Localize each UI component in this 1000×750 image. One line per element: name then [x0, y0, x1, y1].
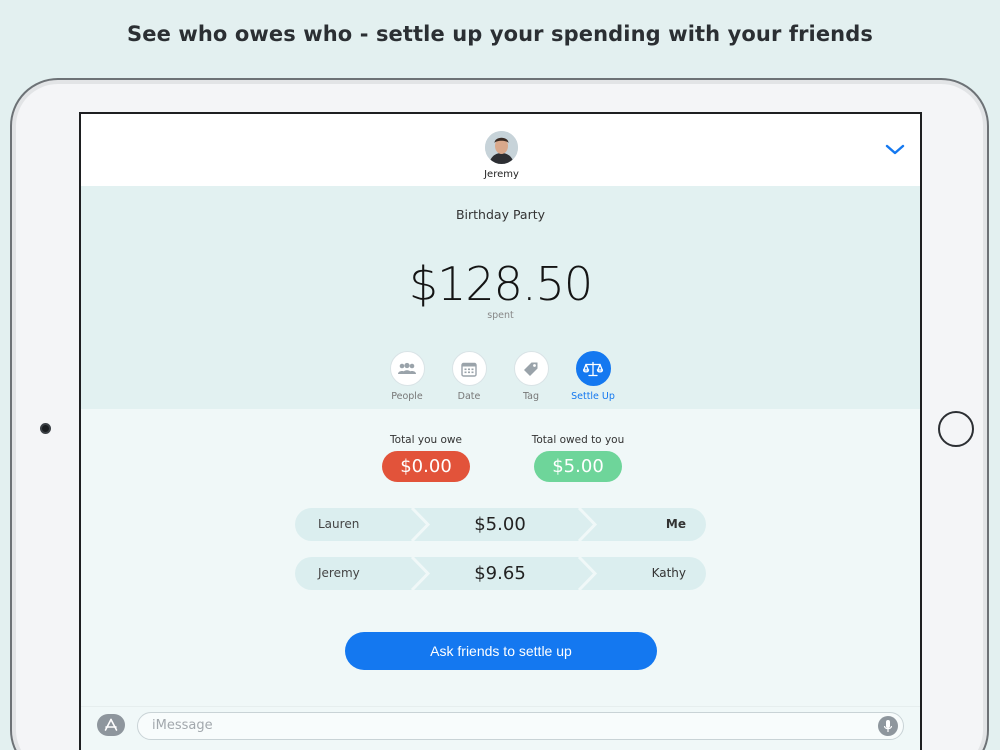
- imessage-placeholder: iMessage: [152, 718, 213, 733]
- debt-row[interactable]: Lauren $5.00 Me: [295, 508, 706, 541]
- total-you-owe: Total you owe $0.00: [369, 434, 483, 482]
- arrow-right-icon: [410, 557, 431, 590]
- microphone-icon[interactable]: [878, 716, 898, 736]
- tab-date-label: Date: [457, 391, 481, 402]
- tab-people[interactable]: People: [372, 351, 442, 402]
- home-button[interactable]: [938, 411, 974, 447]
- creditor-name: Kathy: [651, 566, 686, 580]
- total-owed-to-you-value[interactable]: $5.00: [534, 451, 622, 482]
- creditor-name: Me: [665, 517, 686, 531]
- calendar-icon: [451, 351, 487, 386]
- headline: See who owes who - settle up your spendi…: [127, 22, 873, 46]
- people-icon: [389, 351, 425, 386]
- contact-name: Jeremy: [484, 169, 519, 180]
- view-tabs: People Date Tag Settle Up: [81, 351, 920, 411]
- debtor-name: Jeremy: [318, 566, 360, 580]
- amount-caption: spent: [487, 310, 514, 321]
- total-you-owe-label: Total you owe: [390, 434, 462, 446]
- event-title: Birthday Party: [455, 207, 546, 222]
- tab-date[interactable]: Date: [434, 351, 504, 402]
- camera-icon: [40, 423, 51, 434]
- tab-settle-up-label: Settle Up: [571, 391, 615, 402]
- total-spent-amount: $128.50: [408, 257, 593, 311]
- avatar[interactable]: [485, 131, 518, 164]
- imessage-app-screen: Jeremy Birthday Party $128.50 spent Peop…: [79, 112, 922, 750]
- tag-icon: [513, 351, 549, 386]
- chevron-down-icon[interactable]: [884, 141, 906, 157]
- debt-amount: $9.65: [474, 563, 526, 584]
- total-owed-to-you: Total owed to you $5.00: [518, 434, 638, 482]
- conversation-header: Jeremy: [81, 114, 920, 186]
- person-avatar-icon: [485, 131, 518, 164]
- arrow-right-icon: [410, 508, 431, 541]
- expense-summary: Birthday Party $128.50 spent People Date…: [81, 186, 920, 409]
- debtor-name: Lauren: [318, 517, 360, 531]
- arrow-right-icon: [577, 508, 598, 541]
- imessage-field[interactable]: iMessage: [137, 712, 904, 740]
- arrow-right-icon: [577, 557, 598, 590]
- imessage-input-bar: iMessage: [81, 706, 920, 750]
- total-you-owe-value[interactable]: $0.00: [382, 451, 470, 482]
- app-store-icon[interactable]: [97, 714, 125, 736]
- tab-settle-up[interactable]: Settle Up: [558, 351, 628, 402]
- tab-people-label: People: [391, 391, 423, 402]
- total-owed-to-you-label: Total owed to you: [531, 434, 625, 446]
- debt-amount: $5.00: [474, 514, 526, 535]
- scales-icon: [575, 351, 611, 386]
- tab-tag[interactable]: Tag: [496, 351, 566, 402]
- tab-tag-label: Tag: [522, 391, 540, 402]
- debt-row[interactable]: Jeremy $9.65 Kathy: [295, 557, 706, 590]
- ask-friends-settle-up-button[interactable]: Ask friends to settle up: [345, 632, 657, 670]
